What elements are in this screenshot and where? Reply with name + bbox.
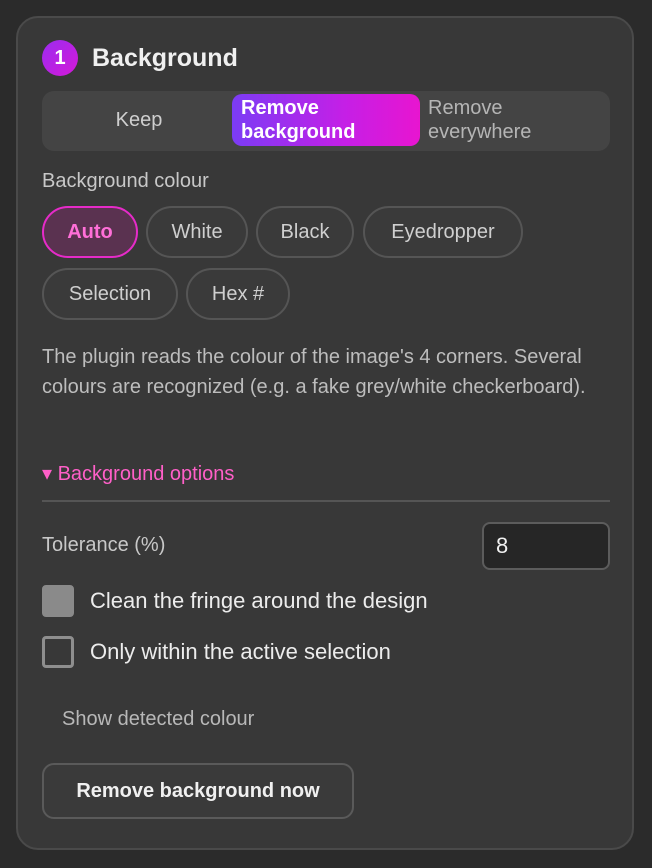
tab-remove-everywhere[interactable]: Remove everywhere bbox=[428, 94, 608, 146]
mode-segmented-control: Keep Remove background Remove everywhere bbox=[42, 91, 610, 151]
colour-option-selection[interactable]: Selection bbox=[42, 268, 178, 320]
tab-remove-background[interactable]: Remove background bbox=[232, 94, 420, 146]
colour-option-auto[interactable]: Auto bbox=[42, 206, 138, 258]
step-number-badge: 1 bbox=[42, 40, 78, 76]
active-selection-label[interactable]: Only within the active selection bbox=[90, 639, 391, 665]
colour-help-text: The plugin reads the colour of the image… bbox=[42, 346, 586, 398]
colour-option-white[interactable]: White bbox=[146, 206, 248, 258]
colour-option-black[interactable]: Black bbox=[256, 206, 354, 258]
background-colour-label: Background colour bbox=[42, 170, 209, 192]
colour-option-eyedropper[interactable]: Eyedropper bbox=[363, 206, 523, 258]
clean-fringe-checkbox[interactable] bbox=[42, 585, 74, 617]
step-number: 1 bbox=[54, 46, 66, 69]
tab-keep[interactable]: Keep bbox=[46, 94, 232, 146]
active-selection-checkbox[interactable] bbox=[42, 636, 74, 668]
background-panel: 1 Background Keep Remove background Remo… bbox=[16, 16, 634, 850]
colour-option-hex[interactable]: Hex # bbox=[186, 268, 290, 320]
tolerance-label: Tolerance (%) bbox=[42, 534, 166, 556]
show-detected-colour-button[interactable]: Show detected colour bbox=[62, 708, 254, 731]
tolerance-value: 8 bbox=[496, 533, 509, 558]
remove-background-now-button[interactable]: Remove background now bbox=[42, 763, 354, 819]
panel-title: Background bbox=[92, 44, 238, 72]
background-options-toggle[interactable]: ▾ Background options bbox=[42, 461, 234, 486]
clean-fringe-label[interactable]: Clean the fringe around the design bbox=[90, 588, 428, 614]
tolerance-input[interactable]: 8 bbox=[482, 522, 610, 570]
options-divider bbox=[42, 500, 610, 502]
